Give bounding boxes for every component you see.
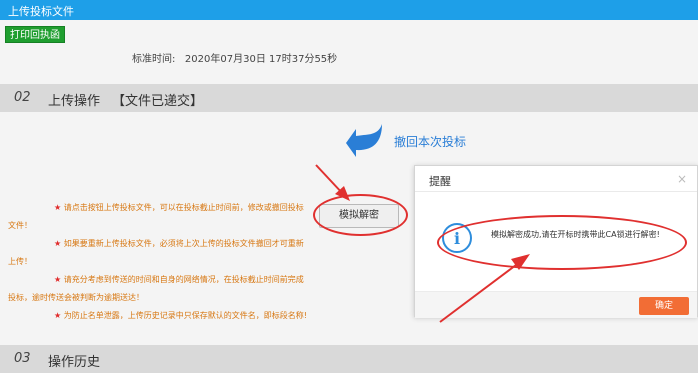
undo-arrow-icon <box>346 124 382 157</box>
dialog-message: 模拟解密成功,请在开标时携带此CA锁进行解密! <box>491 230 660 239</box>
reminder-dialog: 提醒 × i 模拟解密成功,请在开标时携带此CA锁进行解密! 确定 <box>414 165 698 318</box>
dialog-footer: 确定 <box>415 291 697 318</box>
dialog-header: 提醒 × <box>415 166 697 192</box>
standard-time: 标准时间: 2020年07月30日 17时37分55秒 <box>132 50 337 65</box>
submission-status: 【文件已递交】 <box>112 94 204 109</box>
window-title: 上传投标文件 <box>8 5 74 18</box>
star-icon: ★ <box>54 203 62 212</box>
section-title: 上传操作 <box>48 94 101 109</box>
annotation-arrow <box>315 164 345 196</box>
window-titlebar: 上传投标文件 <box>0 0 698 20</box>
confirm-button[interactable]: 确定 <box>639 297 689 315</box>
simulate-decrypt-button[interactable]: 模拟解密 <box>319 204 399 228</box>
section-number: 03 <box>14 351 31 366</box>
star-icon: ★ <box>54 239 62 248</box>
section-upload-header: 02 上传操作 【文件已递交】 <box>0 84 698 112</box>
print-receipt-button[interactable]: 打印回执函 <box>5 26 65 43</box>
section-number: 02 <box>14 90 31 105</box>
instruction-item: ★ 请点击按钮上传投标文件，可以在投标截止时间前，修改或撤回投标文件！ <box>8 203 304 230</box>
instruction-item: ★ 如果要重新上传投标文件，必须将上次上传的投标文件撤回才可重新上传！ <box>8 239 304 266</box>
upload-instructions: ★ 请点击按钮上传投标文件，可以在投标截止时间前，修改或撤回投标文件！ ★ 如果… <box>8 199 308 325</box>
withdraw-bid-link[interactable]: 撤回本次投标 <box>334 121 466 163</box>
star-icon: ★ <box>54 275 62 284</box>
instruction-item: ★ 为防止名单泄露，上传历史记录中只保存默认的文件名，即标段名称! <box>54 311 307 320</box>
section-title: 操作历史 <box>48 355 101 370</box>
annotation-arrowhead <box>335 186 350 201</box>
section-history-header: 03 操作历史 <box>0 345 698 373</box>
toolbar: 打印回执函 <box>0 20 698 48</box>
instruction-item: ★ 请充分考虑到传送的时间和自身的网络情况，在投标截止时间前完成投标，逾时传送会… <box>8 275 304 302</box>
info-icon: i <box>442 223 472 253</box>
standard-time-label: 标准时间: <box>132 54 176 65</box>
withdraw-bid-label: 撤回本次投标 <box>394 135 467 149</box>
dialog-title: 提醒 <box>429 175 451 188</box>
star-icon: ★ <box>54 311 62 320</box>
standard-time-value: 2020年07月30日 17时37分55秒 <box>184 54 338 65</box>
close-icon[interactable]: × <box>677 172 687 186</box>
